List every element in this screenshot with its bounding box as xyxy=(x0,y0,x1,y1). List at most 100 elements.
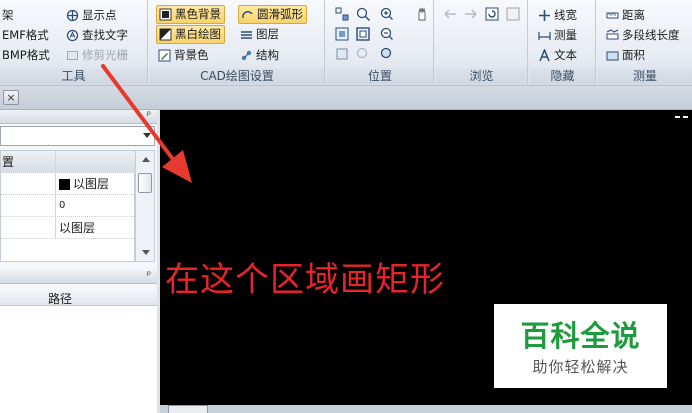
show-points-label: 显示点 xyxy=(82,8,117,22)
path-column-header[interactable]: 路径 xyxy=(48,290,72,307)
property-value-color[interactable]: 以图层 xyxy=(57,173,136,195)
polyline-length-button[interactable]: 多段线长度 xyxy=(604,26,683,45)
text-label: 文本 xyxy=(554,48,577,62)
distance-label: 距离 xyxy=(622,8,645,22)
property-row[interactable]: 0 xyxy=(1,195,136,217)
ribbon: 架 EMF格式 BMP格式 显示点 查找文字 修剪光栅 工具 黑色背景 黑白绘图… xyxy=(0,0,692,86)
dimension-label: 测量 xyxy=(554,28,577,42)
color-picker-icon xyxy=(158,49,171,62)
frame-button[interactable]: 架 xyxy=(0,6,17,25)
line-width-button[interactable]: 线宽 xyxy=(536,6,580,25)
area-icon xyxy=(606,49,619,62)
ruler-icon xyxy=(606,9,619,22)
browse-group-label: 浏览 xyxy=(436,68,527,84)
zoom-previous-icon[interactable] xyxy=(334,46,350,62)
color-swatch xyxy=(59,178,70,190)
distance-button[interactable]: 距离 xyxy=(604,6,648,25)
measure-group: 距离 多段线长度 面积 测量 xyxy=(598,0,692,86)
watermark-logo: 百科全说 助你轻松解决 xyxy=(494,304,667,388)
property-name xyxy=(1,173,56,195)
black-background-label: 黑色背景 xyxy=(175,7,221,21)
arc-icon xyxy=(241,8,254,21)
black-background-button[interactable]: 黑色背景 xyxy=(156,5,225,24)
black-white-drawing-label: 黑白绘图 xyxy=(175,27,221,41)
refresh-page-icon[interactable] xyxy=(484,6,500,22)
property-value[interactable]: 以图层 xyxy=(57,217,136,239)
polyline-ruler-icon xyxy=(606,29,619,42)
canvas-annotation-text: 在这个区域画矩形 xyxy=(165,260,445,300)
pan-window-icon[interactable] xyxy=(334,6,350,22)
black-white-icon xyxy=(159,28,172,41)
back-arrow-icon[interactable] xyxy=(442,6,458,22)
text-button[interactable]: 文本 xyxy=(536,46,580,65)
emf-format-label: EMF格式 xyxy=(2,28,49,42)
frame-label: 架 xyxy=(2,8,14,22)
scroll-thumb[interactable] xyxy=(138,173,152,193)
zoom-window-icon[interactable] xyxy=(355,6,371,22)
property-name xyxy=(1,195,56,217)
show-points-button[interactable]: 显示点 xyxy=(64,6,120,25)
hide-group: 线宽 测量 文本 隐藏 xyxy=(530,0,596,86)
property-row[interactable]: 以图层 xyxy=(1,173,136,195)
chevron-down-icon[interactable] xyxy=(143,133,151,138)
background-color-button[interactable]: 背景色 xyxy=(156,46,212,65)
scroll-down-icon[interactable] xyxy=(142,250,150,255)
canvas-window-controls[interactable] xyxy=(675,113,689,121)
measure-group-label: 测量 xyxy=(598,68,692,84)
find-text-button[interactable]: 查找文字 xyxy=(64,26,131,45)
file-list-header[interactable]: 路径 xyxy=(0,288,157,306)
black-white-drawing-button[interactable]: 黑白绘图 xyxy=(156,25,225,44)
area-label: 面积 xyxy=(622,48,645,62)
model-tab[interactable] xyxy=(168,405,208,413)
copy-page-icon[interactable] xyxy=(505,6,521,22)
emf-format-button[interactable]: EMF格式 xyxy=(0,26,52,45)
property-name xyxy=(1,217,56,239)
fit-extents-icon[interactable] xyxy=(334,26,350,42)
watermark-subtitle: 助你轻松解决 xyxy=(532,358,629,376)
smooth-arc-button[interactable]: 圆滑弧形 xyxy=(238,5,307,24)
zoom-out-icon[interactable] xyxy=(379,26,395,42)
layers-label: 图层 xyxy=(256,27,279,41)
structure-label: 结构 xyxy=(256,48,279,62)
zoom-options-icon[interactable] xyxy=(379,46,395,62)
polyline-length-label: 多段线长度 xyxy=(622,28,680,42)
trim-raster-label: 修剪光栅 xyxy=(82,48,128,62)
property-grid: 置 以图层 0 以图层 xyxy=(0,150,136,262)
properties-panel: ᵖ 置 以图层 0 以图层 ᵖ 路径 xyxy=(0,110,157,413)
structure-button[interactable]: 结构 xyxy=(238,46,282,65)
line-width-icon xyxy=(538,9,551,22)
text-a-icon xyxy=(538,49,551,62)
pin-icon[interactable]: ᵖ xyxy=(147,270,151,281)
property-value[interactable]: 0 xyxy=(57,195,136,217)
pin-icon[interactable]: ᵖ xyxy=(147,110,151,121)
property-value xyxy=(57,151,136,173)
layers-button[interactable]: 图层 xyxy=(238,25,282,44)
scroll-up-icon[interactable] xyxy=(142,157,150,162)
property-name: 置 xyxy=(1,151,56,173)
close-tab-button[interactable]: × xyxy=(3,90,19,105)
raster-icon xyxy=(66,49,79,62)
entity-selector-dropdown[interactable] xyxy=(0,126,155,146)
property-row: 置 xyxy=(1,151,136,173)
property-grid-scrollbar[interactable] xyxy=(135,150,155,262)
hide-group-label: 隐藏 xyxy=(530,68,595,84)
frame-fit-icon[interactable] xyxy=(355,26,371,42)
bmp-format-button[interactable]: BMP格式 xyxy=(0,46,53,65)
forward-arrow-icon[interactable] xyxy=(463,6,479,22)
color-value: 以图层 xyxy=(73,177,110,191)
document-tab-strip: × xyxy=(0,86,692,110)
zoom-in-icon[interactable] xyxy=(379,6,395,22)
layout-tab-bar xyxy=(160,405,692,413)
file-list-panel-header: ᵖ xyxy=(0,270,157,284)
property-row[interactable]: 以图层 xyxy=(1,217,136,239)
hand-pan-icon[interactable] xyxy=(414,6,430,22)
find-text-label: 查找文字 xyxy=(82,28,128,42)
area-button[interactable]: 面积 xyxy=(604,46,648,65)
line-width-label: 线宽 xyxy=(554,8,577,22)
zoom-realtime-icon[interactable] xyxy=(355,46,371,62)
structure-icon xyxy=(240,49,253,62)
position-group-label: 位置 xyxy=(327,68,433,84)
trim-raster-button[interactable]: 修剪光栅 xyxy=(64,46,131,65)
dimension-button[interactable]: 测量 xyxy=(536,26,580,45)
file-list: 路径 xyxy=(0,288,157,413)
